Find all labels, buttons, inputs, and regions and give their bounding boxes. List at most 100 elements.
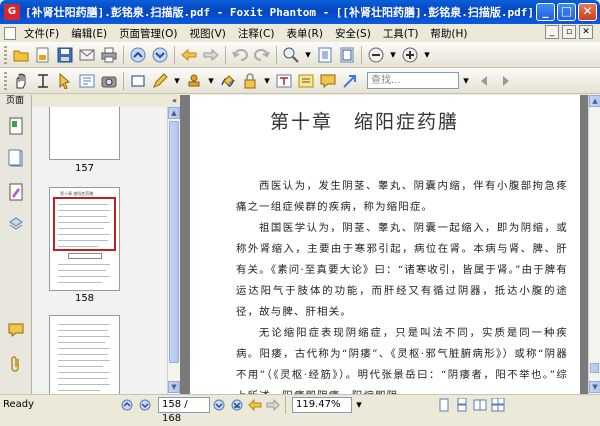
doc-close-button[interactable]: ✕ <box>579 25 593 39</box>
zoom-select-dropdown-icon[interactable]: ▾ <box>353 395 365 415</box>
paragraph-3: 无论缩阳症表现阴缩症，只是叫法不同，实质是同一种疾病。阳痿，古代称为“阴痿”、《… <box>236 327 568 394</box>
undo-icon[interactable] <box>230 45 250 65</box>
text-viewer-icon[interactable] <box>77 71 97 91</box>
redo-icon[interactable] <box>252 45 272 65</box>
thumbnail-text-line <box>58 282 102 283</box>
pages-panel-icon[interactable] <box>6 115 26 137</box>
select-annotation-icon[interactable] <box>55 71 75 91</box>
attachments-panel-icon[interactable] <box>6 213 26 235</box>
menu-view[interactable]: 视图(V) <box>184 26 232 41</box>
actual-size-icon[interactable] <box>315 45 335 65</box>
last-page-icon[interactable] <box>229 395 245 415</box>
doc-scroll-thumb[interactable] <box>590 363 599 373</box>
menu-edit[interactable]: 编辑(E) <box>65 26 113 41</box>
pencil-tool-icon[interactable] <box>150 71 170 91</box>
page-thumbnail-159[interactable] <box>49 315 120 394</box>
prev-page-status-icon[interactable] <box>137 395 153 415</box>
paperclip-icon[interactable] <box>6 353 26 375</box>
search-input[interactable]: 查找... <box>367 72 459 89</box>
zoom-dropdown-icon[interactable]: ▾ <box>303 45 313 65</box>
zoom-out-icon[interactable] <box>366 45 386 65</box>
facing-layout-icon[interactable] <box>472 395 488 415</box>
first-page-icon[interactable] <box>119 395 135 415</box>
next-page-icon[interactable] <box>150 45 170 65</box>
scroll-down-arrow-icon[interactable]: ▼ <box>168 381 180 393</box>
layers-panel-icon[interactable] <box>6 181 26 203</box>
security-dropdown-icon[interactable]: ▾ <box>262 71 272 91</box>
find-next-icon[interactable] <box>496 71 516 91</box>
note-tool-icon[interactable] <box>318 71 338 91</box>
open-icon[interactable] <box>11 45 31 65</box>
rectangle-tool-icon[interactable] <box>128 71 148 91</box>
doc-scroll-up-arrow-icon[interactable]: ▲ <box>589 95 600 107</box>
security-lock-icon[interactable] <box>240 71 260 91</box>
collapse-panel-button[interactable]: « <box>172 95 177 107</box>
bookmarks-panel-icon[interactable] <box>6 147 26 169</box>
close-button[interactable]: ✕ <box>578 3 597 21</box>
arrow-tool-icon[interactable] <box>340 71 360 91</box>
thumbnail-text-line <box>58 210 110 211</box>
snapshot-icon[interactable] <box>99 71 119 91</box>
menu-help[interactable]: 帮助(H) <box>424 26 473 41</box>
thumbnail-view-region[interactable] <box>53 197 116 251</box>
back-view-icon[interactable] <box>247 395 263 415</box>
menu-security[interactable]: 安全(S) <box>329 26 377 41</box>
menu-form[interactable]: 表单(R) <box>280 26 329 41</box>
page-number-input[interactable]: 158 / 168 <box>158 396 210 424</box>
document-scrollbar[interactable]: ▲ ▼ <box>588 95 600 394</box>
doc-restore-button[interactable]: ▫ <box>562 25 576 39</box>
next-view-icon[interactable] <box>201 45 221 65</box>
create-pdf-icon[interactable] <box>33 45 53 65</box>
separator <box>285 395 286 414</box>
previous-page-icon[interactable] <box>128 45 148 65</box>
scroll-up-arrow-icon[interactable]: ▲ <box>168 107 180 119</box>
page-thumbnail-157[interactable] <box>49 107 120 160</box>
pdf-page[interactable]: 第十章 缩阳症药膳 西医认为，发生阴茎、睾丸、阴囊内缩，伴有小腹部拘急疼痛之一组… <box>190 95 580 394</box>
thumbnail-text-line <box>58 240 108 241</box>
hand-tool-icon[interactable] <box>11 71 31 91</box>
toolbar-grip[interactable] <box>4 45 7 64</box>
fit-page-icon[interactable] <box>337 45 357 65</box>
menu-comment[interactable]: 注释(C) <box>232 26 281 41</box>
page-thumbnail-158[interactable]: 第十章 缩阳症药膳 <box>49 187 120 291</box>
highlight-tool-icon[interactable] <box>296 71 316 91</box>
single-page-layout-icon[interactable] <box>436 395 452 415</box>
menu-tools[interactable]: 工具(T) <box>377 26 425 41</box>
thumbnail-text-line <box>58 234 110 235</box>
thumbnail-text-line <box>58 348 110 349</box>
forward-view-icon[interactable] <box>265 395 281 415</box>
zoom-in-icon[interactable] <box>400 45 420 65</box>
toolbar-overflow-icon[interactable]: ▾ <box>422 45 432 65</box>
select-text-icon[interactable] <box>33 71 53 91</box>
search-options-icon[interactable]: ▾ <box>460 71 472 91</box>
toolbar-grip[interactable] <box>4 71 7 90</box>
zoom-icon[interactable] <box>281 45 301 65</box>
zoom-level-input[interactable]: 119.47% <box>292 396 352 413</box>
find-previous-icon[interactable] <box>474 71 494 91</box>
maximize-button[interactable]: □ <box>557 3 576 21</box>
next-page-status-icon[interactable] <box>211 395 227 415</box>
thumbnail-scrollbar[interactable]: ▲ ▼ <box>167 107 180 394</box>
stamp-tool-icon[interactable] <box>184 71 204 91</box>
doc-minimize-button[interactable]: _ <box>545 25 559 39</box>
pencil-dropdown-icon[interactable]: ▾ <box>172 71 182 91</box>
thumbnail-recipe-box <box>68 253 102 259</box>
continuous-facing-layout-icon[interactable] <box>490 395 506 415</box>
print-icon[interactable] <box>99 45 119 65</box>
signature-tool-icon[interactable] <box>218 71 238 91</box>
document-icon[interactable] <box>4 26 16 40</box>
typewriter-icon[interactable] <box>274 71 294 91</box>
previous-view-icon[interactable] <box>179 45 199 65</box>
menu-page-manage[interactable]: 页面管理(O) <box>113 26 183 41</box>
minimize-button[interactable]: _ <box>536 3 555 21</box>
document-view[interactable]: 第十章 缩阳症药膳 西医认为，发生阴茎、睾丸、阴囊内缩，伴有小腹部拘急疼痛之一组… <box>180 95 588 394</box>
save-icon[interactable] <box>55 45 75 65</box>
menu-file[interactable]: 文件(F) <box>18 26 65 41</box>
email-icon[interactable] <box>77 45 97 65</box>
comments-panel-icon[interactable] <box>6 319 26 341</box>
stamp-dropdown-icon[interactable]: ▾ <box>206 71 216 91</box>
continuous-layout-icon[interactable] <box>454 395 470 415</box>
zoom-level-dropdown-icon[interactable]: ▾ <box>388 45 398 65</box>
thumbnail-scroll-thumb[interactable] <box>169 121 179 363</box>
doc-scroll-down-arrow-icon[interactable]: ▼ <box>589 381 600 393</box>
